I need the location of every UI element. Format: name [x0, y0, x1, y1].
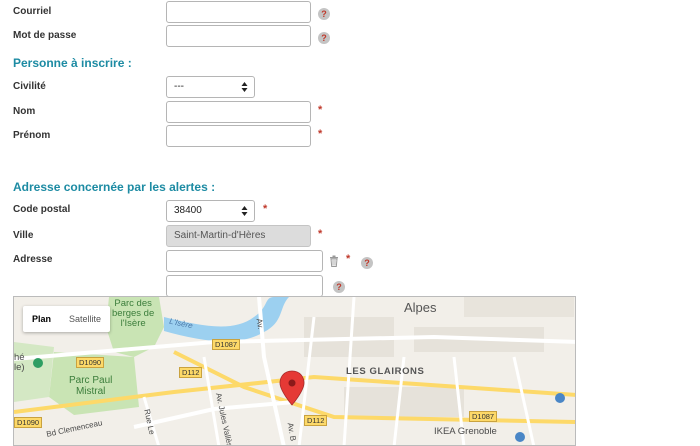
place-ikea: IKEA Grenoble	[434, 426, 497, 437]
cp-value: 38400	[174, 205, 202, 216]
road-d1087-a: D1087	[212, 339, 241, 350]
courriel-field[interactable]	[166, 1, 311, 23]
civilite-value: ---	[174, 81, 184, 92]
adresse-complement-field[interactable]	[166, 275, 323, 297]
place-parc-paul-mistral: Parc Paul Mistral	[69, 375, 113, 397]
road-d112-b: D112	[304, 415, 328, 426]
password-field[interactable]	[166, 25, 311, 47]
place-alpes: Alpes	[404, 300, 437, 315]
prenom-required-marker: *	[318, 128, 323, 140]
password-label: Mot de passe	[13, 30, 77, 41]
cp-label: Code postal	[13, 204, 71, 215]
select-arrows-icon	[241, 82, 248, 92]
section-address-title: Adresse concernée par les alertes :	[13, 180, 216, 194]
section-person-title: Personne à inscrire :	[13, 56, 132, 70]
adresse-complement-help-icon[interactable]: ?	[333, 281, 345, 293]
road-d112-a: D112	[179, 367, 203, 378]
nom-field[interactable]	[166, 101, 311, 123]
ville-required-marker: *	[318, 228, 323, 240]
prenom-label: Prénom	[13, 130, 51, 141]
courriel-help-icon[interactable]: ?	[318, 8, 330, 20]
civilite-select[interactable]: ---	[166, 76, 255, 98]
cp-required-marker: *	[263, 203, 268, 215]
place-parc-berges: Parc des berges de l'Isère	[112, 298, 155, 329]
select-arrows-icon	[241, 206, 248, 216]
road-d1090-b: D1090	[14, 417, 43, 428]
map-type-satellite[interactable]: Satellite	[60, 306, 110, 332]
road-d1090-a: D1090	[76, 357, 105, 368]
prenom-field[interactable]	[166, 125, 311, 147]
password-help-icon[interactable]: ?	[318, 32, 330, 44]
map-type-plan[interactable]: Plan	[23, 306, 60, 332]
adresse-help-icon[interactable]: ?	[361, 257, 373, 269]
trash-icon[interactable]	[329, 255, 339, 267]
road-d1087-b: D1087	[469, 411, 498, 422]
cp-select[interactable]: 38400	[166, 200, 255, 222]
map[interactable]: Plan Satellite Alpes LES GLAIRONS Parc d…	[13, 296, 576, 446]
adresse-required-marker: *	[346, 253, 351, 265]
map-type-control: Plan Satellite	[23, 306, 111, 332]
place-glairons: LES GLAIRONS	[346, 366, 425, 377]
ville-label: Ville	[13, 230, 34, 241]
place-che-partial: hé le)	[14, 352, 25, 373]
adresse-label: Adresse	[13, 254, 53, 265]
courriel-label: Courriel	[13, 6, 52, 17]
ville-value: Saint-Martin-d'Hères	[174, 230, 266, 241]
ville-field: Saint-Martin-d'Hères	[166, 225, 311, 247]
nom-label: Nom	[13, 106, 36, 117]
nom-required-marker: *	[318, 104, 323, 116]
adresse-field[interactable]	[166, 250, 323, 272]
civilite-label: Civilité	[13, 81, 46, 92]
street-av-partial: Av.	[254, 317, 266, 331]
